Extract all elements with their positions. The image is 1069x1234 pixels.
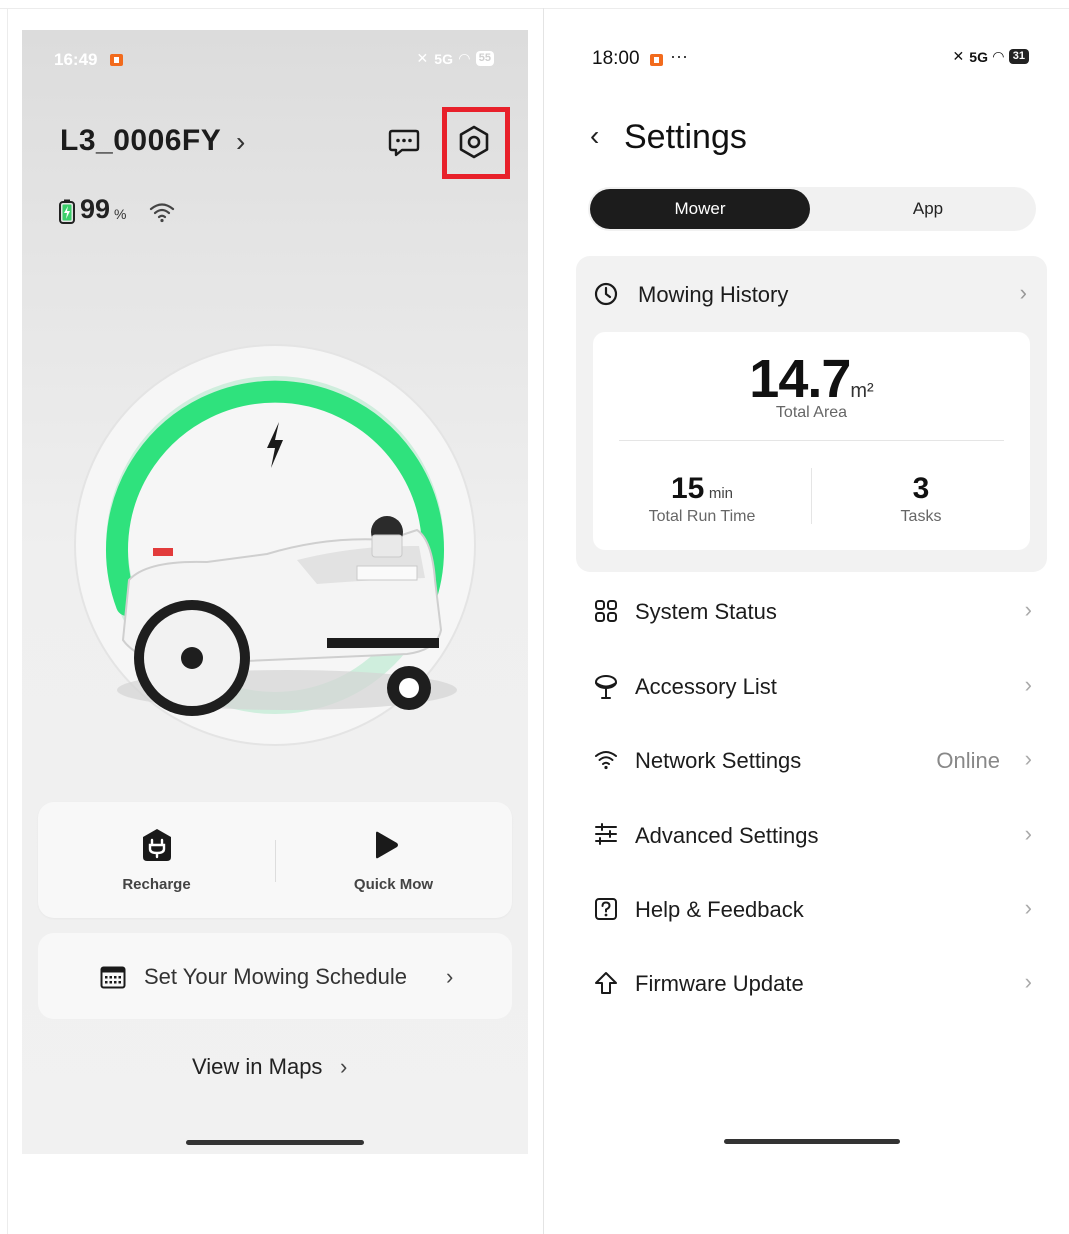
- signal-icon: 5G: [969, 48, 988, 65]
- quick-mow-button[interactable]: Quick Mow: [275, 802, 512, 918]
- grid-icon: [595, 600, 617, 622]
- quick-mow-label: Quick Mow: [353, 876, 434, 893]
- message-icon[interactable]: [388, 128, 420, 158]
- recording-icon: [110, 54, 123, 66]
- settings-screen: 18:00 ··· ✕ 5G ◠ 31 ‹ Settings Mower App…: [560, 30, 1069, 1180]
- chevron-right-icon: ›: [1024, 746, 1032, 771]
- status-time: 18:00: [592, 48, 640, 69]
- chevron-right-icon: ›: [1019, 280, 1027, 305]
- total-run-time: 15 min Total Run Time: [593, 472, 811, 526]
- menu-label: Network Settings: [635, 748, 802, 773]
- mower-status-graphic: [74, 344, 476, 746]
- wifi-status-icon: ◠: [458, 50, 470, 66]
- wifi-status-icon: ◠: [992, 48, 1004, 64]
- mowing-stats-panel: 14.7m² Total Area 15 min Total Run Time …: [593, 332, 1030, 550]
- clock-icon: [594, 282, 618, 306]
- recording-icon: [650, 54, 663, 66]
- menu-label: Accessory List: [635, 674, 777, 699]
- chevron-right-icon: ›: [446, 964, 454, 989]
- help-icon: [595, 898, 617, 920]
- chevron-right-icon: ›: [1024, 969, 1032, 994]
- battery-status: 55: [475, 51, 494, 66]
- status-time: 16:49: [54, 50, 98, 69]
- menu-item-help-feedback[interactable]: Help & Feedback ›: [590, 889, 1040, 929]
- page-title: Settings: [624, 118, 747, 156]
- status-icons: ✕ 5G ◠ 55: [417, 50, 494, 67]
- chevron-right-icon[interactable]: ›: [236, 126, 245, 158]
- more-notifications-icon: ···: [670, 46, 688, 66]
- signal-icon: 5G: [434, 50, 453, 67]
- view-in-maps-link[interactable]: View in Maps: [192, 1054, 322, 1080]
- frame-top-line: [0, 8, 1069, 9]
- menu-label: System Status: [635, 599, 777, 624]
- mute-icon: ✕: [416, 50, 429, 66]
- upload-arrow-icon: [595, 972, 617, 994]
- chevron-right-icon: ›: [1024, 597, 1032, 622]
- mowing-history-card[interactable]: Mowing History › 14.7m² Total Area 15 mi…: [576, 256, 1047, 572]
- recharge-label: Recharge: [122, 876, 191, 893]
- total-area: 14.7m²: [593, 348, 1030, 410]
- panel-divider: [543, 8, 544, 1234]
- sliders-icon: [595, 823, 617, 845]
- status-icons: ✕ 5G ◠ 31: [953, 48, 1029, 65]
- menu-label: Advanced Settings: [635, 823, 819, 848]
- network-status-value: Online: [936, 748, 1000, 773]
- device-name[interactable]: L3_0006FY: [60, 124, 221, 158]
- calendar-icon: [100, 966, 126, 989]
- home-indicator[interactable]: [724, 1139, 900, 1144]
- run-time-label: Total Run Time: [648, 508, 756, 525]
- schedule-card[interactable]: Set Your Mowing Schedule ›: [38, 933, 512, 1019]
- chevron-right-icon[interactable]: ›: [340, 1054, 347, 1080]
- wifi-icon: [149, 203, 174, 223]
- chevron-right-icon: ›: [1024, 895, 1032, 920]
- schedule-label: Set Your Mowing Schedule: [144, 964, 407, 989]
- battery-status: 31: [1008, 49, 1029, 64]
- menu-item-firmware-update[interactable]: Firmware Update ›: [590, 963, 1040, 1003]
- settings-gear-icon[interactable]: [456, 124, 492, 160]
- battery-percent: 99: [80, 194, 111, 224]
- total-area-label: Total Area: [775, 404, 848, 421]
- battery-row: 99 %: [58, 194, 175, 225]
- menu-label: Help & Feedback: [635, 897, 804, 922]
- recharge-button[interactable]: Recharge: [38, 802, 275, 918]
- settings-tab-switch: Mower App: [588, 187, 1036, 231]
- charger-plug-icon: [143, 829, 171, 861]
- total-area-value: 14.7: [749, 349, 851, 409]
- battery-unit: %: [114, 206, 127, 222]
- tasks-label: Tasks: [900, 508, 942, 525]
- stats-divider: [619, 440, 1004, 441]
- run-time-value: 15: [671, 472, 705, 505]
- home-screen: 16:49 ✕ 5G ◠ 55 L3_0006FY › 99 % Recharg…: [22, 30, 528, 1154]
- menu-item-accessory-list[interactable]: Accessory List ›: [590, 666, 1040, 706]
- tab-app[interactable]: App: [828, 189, 1028, 229]
- menu-item-network-settings[interactable]: Network Settings Online ›: [590, 740, 1040, 780]
- frame-left-line: [7, 8, 8, 1234]
- chevron-right-icon: ›: [1024, 672, 1032, 697]
- menu-item-advanced-settings[interactable]: Advanced Settings ›: [590, 815, 1040, 855]
- menu-label: Firmware Update: [635, 971, 804, 996]
- wifi-icon: [595, 751, 617, 770]
- tasks-value: 3: [912, 472, 930, 505]
- accessory-icon: [595, 675, 617, 699]
- mowing-history-title: Mowing History: [638, 282, 789, 307]
- battery-charging-icon: [59, 199, 75, 224]
- mute-icon: ✕: [952, 48, 965, 64]
- run-time-unit: min: [708, 485, 733, 502]
- tasks-count: 3 Tasks: [812, 472, 1030, 526]
- play-icon: [376, 831, 398, 859]
- tab-mower[interactable]: Mower: [590, 189, 810, 229]
- back-icon[interactable]: ‹: [590, 120, 599, 152]
- chevron-right-icon: ›: [1024, 821, 1032, 846]
- total-area-unit: m²: [850, 380, 874, 402]
- quick-actions-card: Recharge Quick Mow: [38, 802, 512, 918]
- home-indicator[interactable]: [186, 1140, 364, 1145]
- menu-item-system-status[interactable]: System Status ›: [590, 591, 1040, 631]
